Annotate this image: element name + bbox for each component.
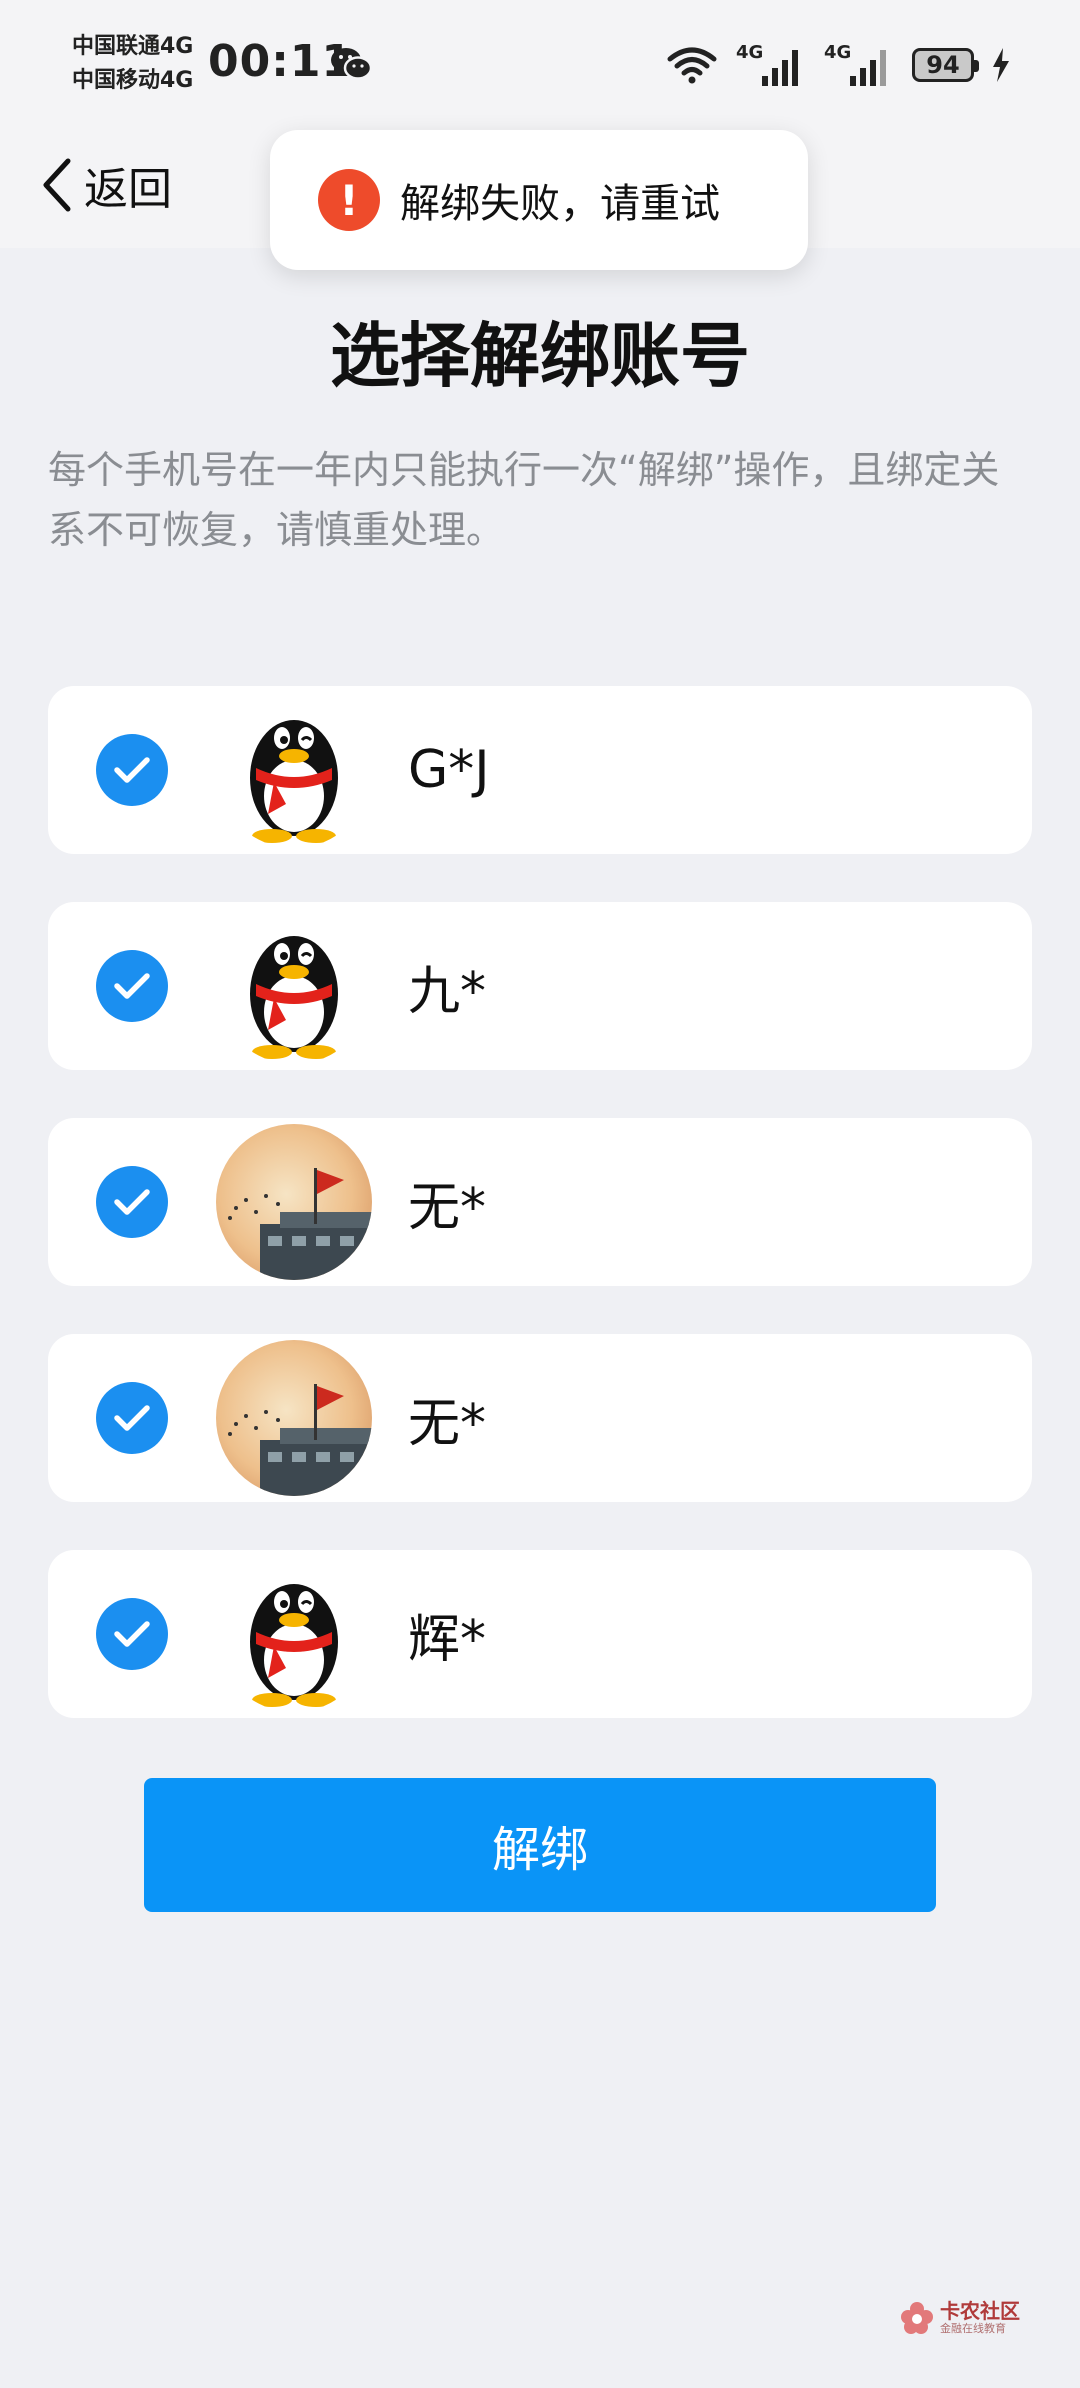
signal-bars-icon — [762, 50, 798, 86]
battery-indicator: 94 — [912, 48, 979, 82]
status-indicators: 4G 4G 94 — [666, 40, 1010, 90]
watermark-text: 卡农社区 — [940, 2299, 1020, 2323]
qq-penguin-icon — [216, 908, 372, 1064]
wechat-icon — [331, 48, 372, 80]
carrier-1: 中国联通4G — [72, 34, 194, 59]
account-item[interactable]: 辉* — [48, 1550, 1032, 1718]
wifi-icon — [667, 47, 717, 84]
account-item[interactable]: G*J — [48, 686, 1032, 854]
back-label: 返回 — [84, 164, 172, 215]
error-toast: ! 解绑失败，请重试 — [270, 130, 808, 270]
checkmark-icon — [114, 757, 150, 783]
charging-icon — [993, 48, 1009, 82]
checkmark-icon — [114, 1405, 150, 1431]
toast-message: 解绑失败，请重试 — [400, 181, 720, 227]
account-name: G*J — [408, 740, 490, 800]
chevron-left-icon — [43, 158, 71, 212]
signal-bars-icon — [850, 50, 886, 86]
checkmark-icon — [114, 1621, 150, 1647]
checkbox-checked[interactable] — [96, 734, 168, 806]
carrier-info: 中国联通4G 中国移动4G — [72, 30, 193, 98]
checkbox-checked[interactable] — [96, 1166, 168, 1238]
qq-penguin-icon — [216, 1556, 372, 1712]
account-name: 辉* — [408, 1609, 487, 1670]
signal-1: 4G — [736, 42, 806, 88]
sunset-flag-photo — [216, 1124, 372, 1280]
account-list: G*J 九* 无* 无* 辉* — [48, 686, 1032, 1766]
checkmark-icon — [114, 1189, 150, 1215]
account-name: 无* — [408, 1177, 487, 1238]
checkbox-checked[interactable] — [96, 1382, 168, 1454]
checkbox-checked[interactable] — [96, 1598, 168, 1670]
page-title: 选择解绑账号 — [330, 315, 750, 397]
notice-text: 每个手机号在一年内只能执行一次“解绑”操作，且绑定关系不可恢复，请慎重处理。 — [48, 448, 1000, 552]
account-item[interactable]: 无* — [48, 1118, 1032, 1286]
sunset-flag-photo — [216, 1340, 372, 1496]
account-item[interactable]: 无* — [48, 1334, 1032, 1502]
signal-2: 4G — [824, 42, 894, 88]
unbind-button[interactable]: 解绑 — [144, 1778, 936, 1912]
flower-logo-icon — [901, 2302, 933, 2334]
checkbox-checked[interactable] — [96, 950, 168, 1022]
status-bar: 中国联通4G 中国移动4G 00:11 4G 4G 94 — [0, 0, 1080, 130]
account-item[interactable]: 九* — [48, 902, 1032, 1070]
account-name: 无* — [408, 1393, 487, 1454]
qq-penguin-icon — [216, 692, 372, 848]
watermark-subtext: 金融在线教育 — [940, 2322, 1006, 2335]
back-button[interactable]: 返回 — [40, 150, 172, 220]
account-name: 九* — [408, 961, 487, 1022]
watermark: 卡农社区 金融在线教育 — [900, 2300, 1020, 2336]
error-icon: ! — [318, 169, 380, 231]
carrier-2: 中国移动4G — [72, 68, 194, 93]
checkmark-icon — [114, 973, 150, 999]
